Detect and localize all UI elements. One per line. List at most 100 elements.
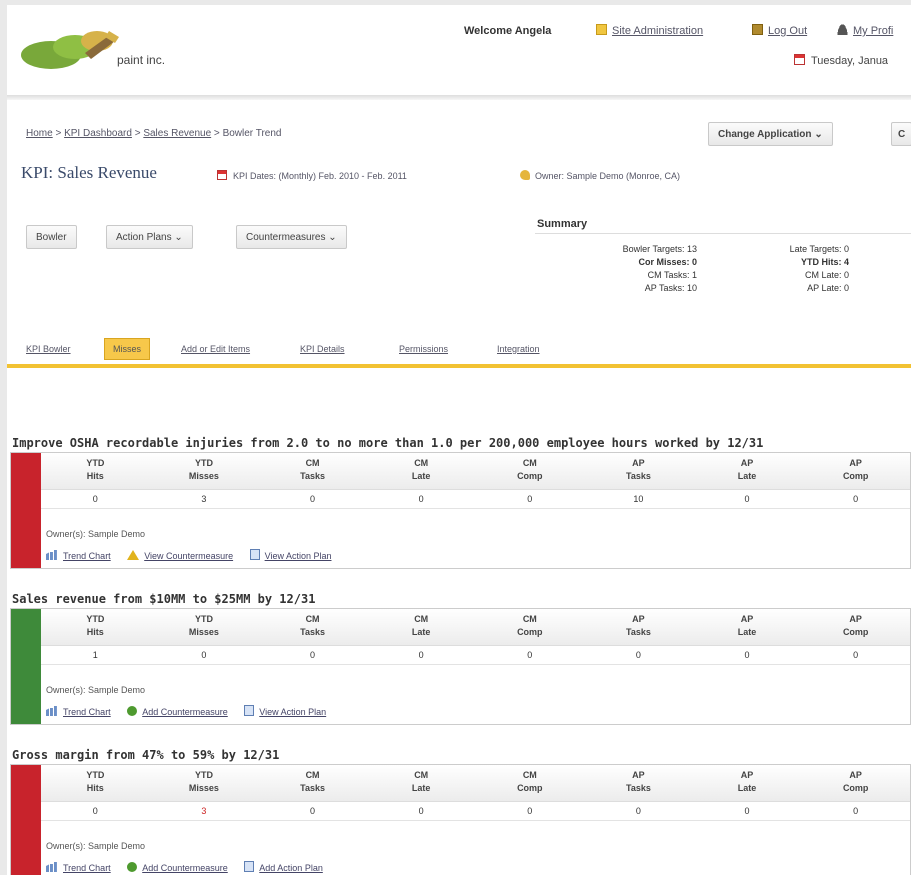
header-ap-tasks: AP Tasks [626, 458, 651, 481]
ytd-hits-value: 0 [92, 494, 98, 504]
header-ytd-hits: YTD Hits [86, 614, 105, 637]
header-ytd-misses: YTD Misses [188, 770, 219, 793]
header-cm-comp: CM Comp [517, 614, 543, 637]
cm-late-value: 0 [418, 806, 424, 816]
logo-text: paint inc. [117, 53, 166, 67]
ytd-misses-value: 0 [201, 650, 207, 660]
goal-table: YTD Hits YTD Misses CM Tasks CM Late CM Comp … [41, 609, 910, 665]
header-cm-tasks: CM Tasks [300, 458, 325, 481]
table-row: 0 3 0 0 0 10 0 0 [41, 490, 910, 509]
trend-chart-link[interactable]: Trend Chart [46, 550, 125, 561]
trend-chart-link[interactable]: Trend Chart [46, 862, 125, 873]
cm-late-value: 0 [418, 650, 424, 660]
add-countermeasure-link[interactable]: Add Countermeasure [127, 706, 242, 717]
welcome-text: Welcome Angela [464, 25, 552, 37]
summary-late-targets: Late Targets: 0 [789, 244, 849, 254]
cut-off-button[interactable]: C [891, 122, 911, 146]
tab-permissions[interactable]: Permissions [399, 340, 448, 358]
site-administration-link[interactable]: Site Administration [596, 24, 703, 37]
header-cm-late: CM Late [411, 770, 431, 793]
summary-column-1: Bowler Targets: 13 Cor Misses: 0 CM Task… [567, 243, 697, 295]
cm-tasks-value: 0 [310, 494, 316, 504]
header-ap-late: AP Late [737, 770, 757, 793]
header-ap-late: AP Late [737, 614, 757, 637]
document-icon [244, 705, 255, 716]
goal-card: YTD Hits YTD Misses CM Tasks CM Late CM Comp … [10, 452, 911, 569]
tab-kpi-details[interactable]: KPI Details [300, 340, 345, 358]
cm-comp-value: 0 [527, 494, 533, 504]
header-ap-comp: AP Comp [842, 614, 869, 637]
goal-title: Sales revenue from $10MM to $25MM by 12/… [12, 592, 316, 606]
goal-links: Trend Chart Add Countermeasure Add Actio… [46, 861, 337, 873]
log-out-link[interactable]: Log Out [752, 24, 807, 37]
goal-owner: Owner(s): Sample Demo [46, 685, 146, 695]
ap-tasks-value: 10 [633, 494, 644, 504]
add-icon [127, 706, 138, 716]
add-icon [127, 862, 138, 872]
chevron-down-icon: ⌄ [328, 232, 337, 243]
warning-icon [127, 550, 140, 560]
view-action-plan-link[interactable]: View Action Plan [249, 549, 346, 561]
view-countermeasure-link[interactable]: View Countermeasure [127, 550, 247, 561]
chevron-down-icon: ⌄ [174, 232, 183, 243]
ap-tasks-value: 0 [635, 650, 641, 660]
goal-owner: Owner(s): Sample Demo [46, 529, 146, 539]
summary-cor-misses: Cor Misses: 0 [638, 257, 697, 267]
cm-tasks-value: 0 [310, 650, 316, 660]
tab-add-or-edit-items[interactable]: Add or Edit Items [181, 340, 250, 358]
header-cm-comp: CM Comp [517, 770, 543, 793]
add-countermeasure-link[interactable]: Add Countermeasure [127, 862, 242, 873]
header-ytd-misses: YTD Misses [188, 614, 219, 637]
add-action-plan-link[interactable]: Add Action Plan [244, 861, 337, 873]
change-application-button[interactable]: Change Application ⌄ [708, 122, 833, 146]
breadcrumb-kpi-dashboard[interactable]: KPI Dashboard [64, 128, 132, 139]
ap-late-value: 0 [744, 650, 750, 660]
kpi-owner: Owner: Sample Demo (Monroe, CA) [520, 170, 680, 181]
trend-chart-link[interactable]: Trend Chart [46, 706, 125, 717]
header-ytd-hits: YTD Hits [86, 458, 105, 481]
ap-comp-value: 0 [853, 494, 859, 504]
tab-misses[interactable]: Misses [104, 338, 151, 360]
tab-kpi-bowler[interactable]: KPI Bowler [26, 340, 71, 358]
page-title: KPI: Sales Revenue [21, 163, 157, 182]
summary-divider [535, 233, 911, 234]
header-ap-comp: AP Comp [842, 770, 869, 793]
tab-integration[interactable]: Integration [497, 340, 540, 358]
goal-status-bar [11, 609, 41, 724]
breadcrumb-current: Bowler Trend [222, 128, 282, 139]
breadcrumb: Home > KPI Dashboard > Sales Revenue > B… [26, 128, 282, 139]
breadcrumb-home[interactable]: Home [26, 128, 53, 139]
my-profile-link[interactable]: My Profi [837, 24, 893, 37]
header-cm-late: CM Late [411, 458, 431, 481]
ytd-hits-value: 1 [92, 650, 98, 660]
header-ytd-misses: YTD Misses [188, 458, 219, 481]
table-row: 0 3 0 0 0 0 0 0 [41, 802, 910, 821]
ytd-hits-value: 0 [92, 806, 98, 816]
calendar-icon [217, 170, 227, 180]
ap-late-value: 0 [744, 806, 750, 816]
cm-comp-value: 0 [527, 806, 533, 816]
company-logo[interactable] [15, 23, 185, 79]
current-date: Tuesday, Janua [794, 54, 888, 67]
ap-comp-value: 0 [853, 650, 859, 660]
bowler-button[interactable]: Bowler [26, 225, 77, 249]
tab-underline [7, 364, 911, 368]
header-ytd-hits: YTD Hits [86, 770, 105, 793]
goal-card: YTD Hits YTD Misses CM Tasks CM Late CM Comp … [10, 608, 911, 725]
view-action-plan-link[interactable]: View Action Plan [244, 705, 340, 717]
goal-status-bar [11, 765, 41, 875]
header-cm-comp: CM Comp [517, 458, 543, 481]
goal-title: Improve OSHA recordable injuries from 2.… [12, 436, 764, 450]
action-plans-button[interactable]: Action Plans ⌄ [106, 225, 193, 249]
summary-ap-tasks: AP Tasks: 10 [644, 283, 697, 293]
countermeasures-button[interactable]: Countermeasures ⌄ [236, 225, 347, 249]
summary-cm-late: CM Late: 0 [804, 270, 849, 280]
summary-cm-tasks: CM Tasks: 1 [647, 270, 697, 280]
bar-chart-icon [46, 862, 57, 872]
chevron-down-icon: ⌄ [814, 129, 823, 140]
door-icon [752, 24, 763, 35]
breadcrumb-sales-revenue[interactable]: Sales Revenue [143, 128, 211, 139]
goal-table: YTD Hits YTD Misses CM Tasks CM Late CM Comp … [41, 453, 910, 509]
goal-table: YTD Hits YTD Misses CM Tasks CM Late CM Comp … [41, 765, 910, 821]
folder-icon [596, 24, 607, 35]
